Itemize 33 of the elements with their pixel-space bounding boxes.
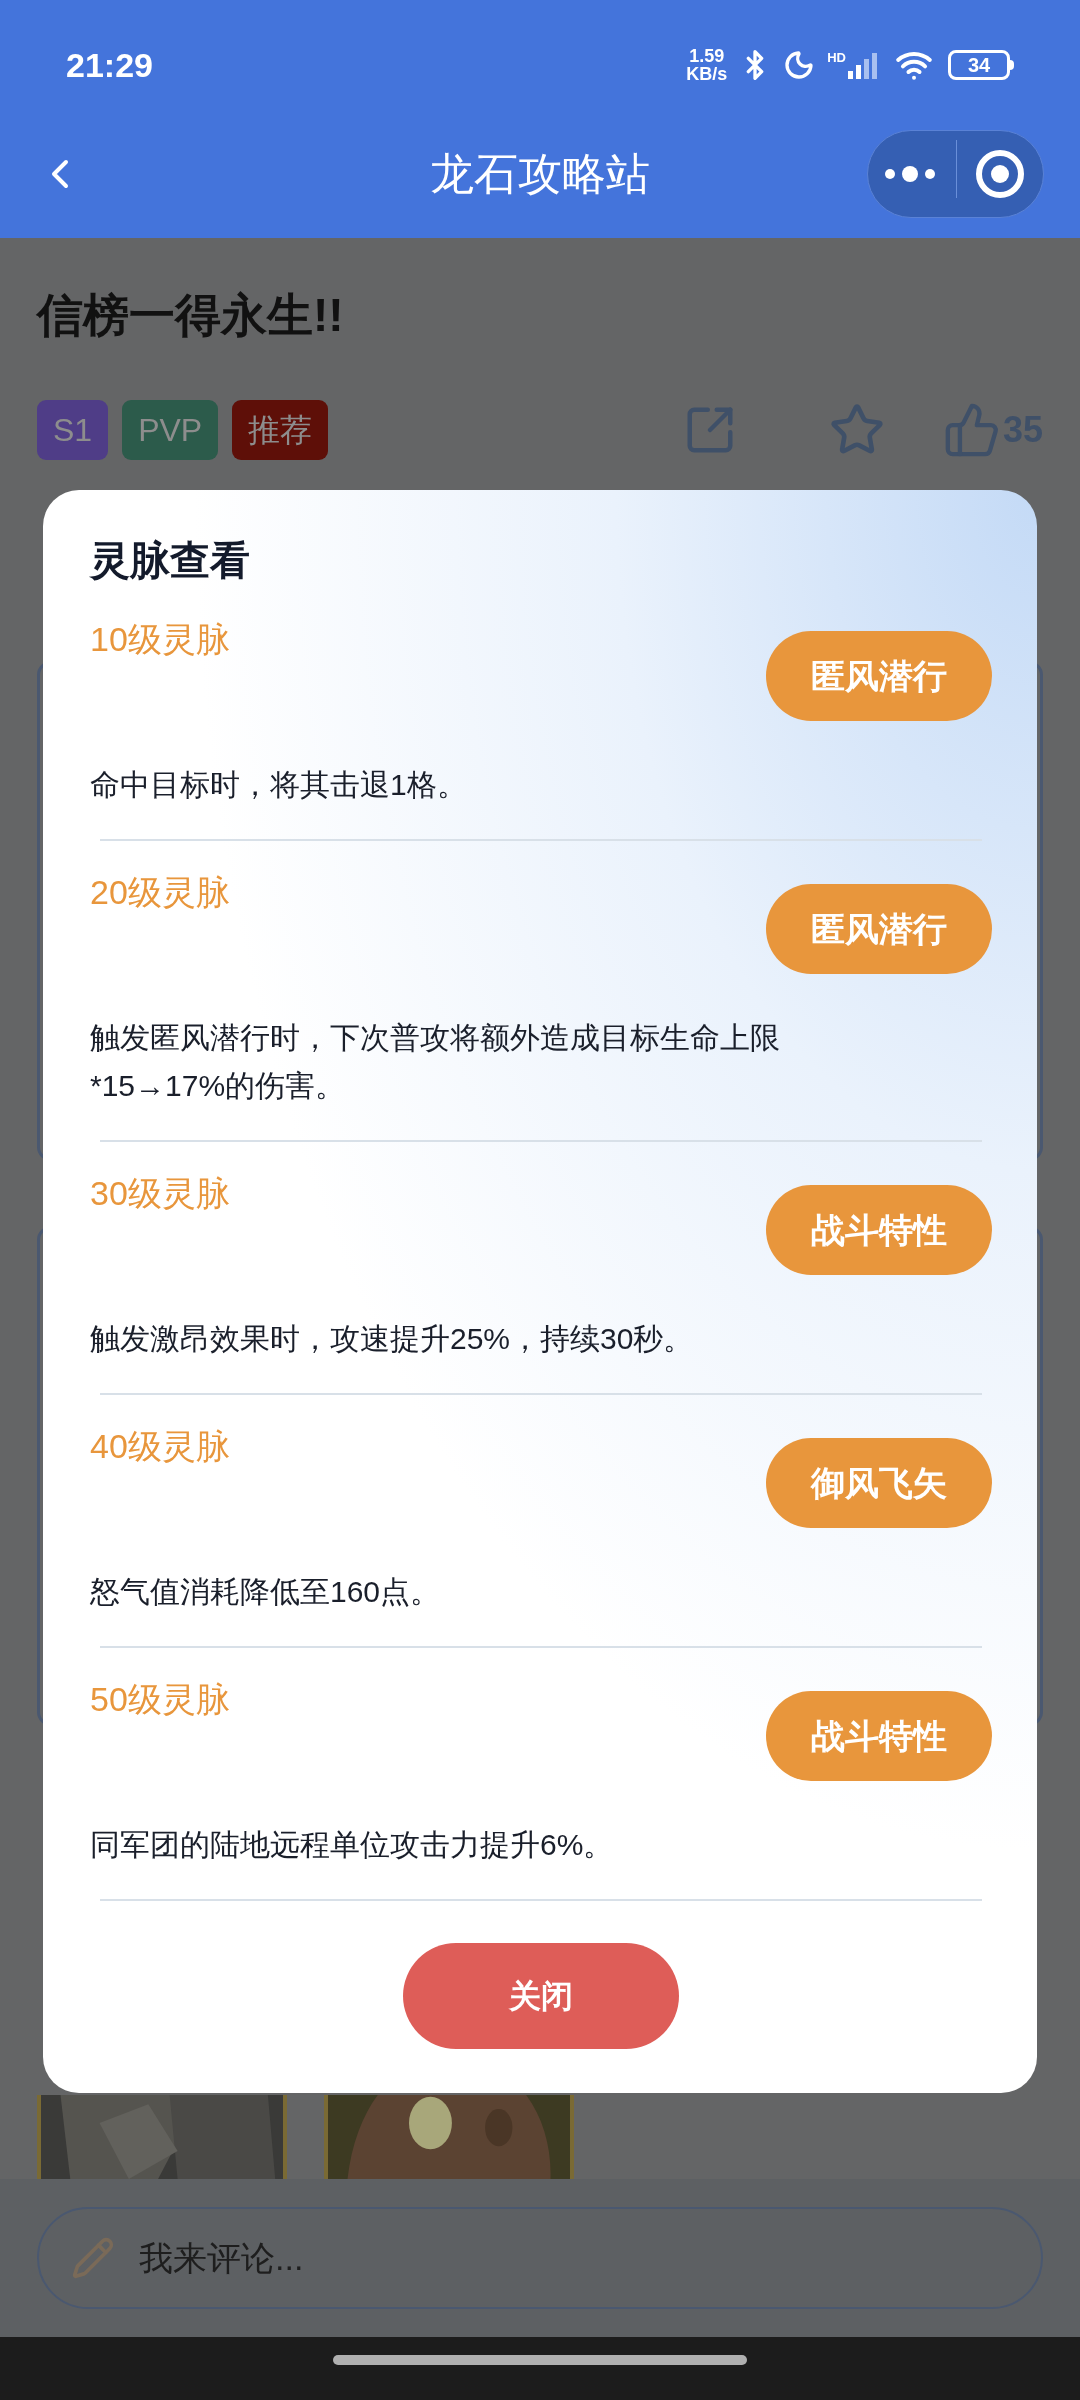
network-type: HD [827,51,846,65]
vein-description: 触发激昂效果时，攻速提升25%，持续30秒。 [90,1321,695,1357]
vein-description: 触发匿风潜行时，下次普攻将额外造成目标生命上限*15→17%的伤害。 [90,1020,781,1104]
vein-level-label: 20级灵脉 [90,872,230,912]
comment-field[interactable]: 我来评论... [37,2207,1043,2309]
network-speed: 1.59 [689,47,725,65]
vein-level-label: 50级灵脉 [90,1679,230,1719]
signal-icon [848,51,880,79]
network-unit: KB/s [686,65,728,83]
battery-level: 34 [967,55,991,75]
comment-placeholder: 我来评论... [139,2237,304,2279]
moon-icon [783,48,816,82]
post-title: 信榜一得永生!! [37,288,345,343]
vein-level-label: 10级灵脉 [90,619,230,659]
skill-button[interactable]: 战斗特性 [766,1691,992,1781]
skill-button[interactable]: 战斗特性 [766,1185,992,1275]
tag: 推荐 [232,400,329,460]
vein-description: 怒气值消耗降低至160点。 [90,1574,442,1610]
skill-button[interactable]: 御风飞矢 [766,1438,992,1528]
vein-level-label: 30级灵脉 [90,1173,230,1213]
tag: PVP [122,400,219,460]
vein-description: 同军团的陆地远程单位攻击力提升6%。 [90,1827,615,1863]
close-button[interactable]: 关闭 [403,1943,679,2049]
status-time: 21:29 [66,44,153,86]
target-icon[interactable] [974,148,1026,200]
tag: S1 [37,400,109,460]
skill-button[interactable]: 匿风潜行 [766,884,992,974]
pencil-icon [71,2236,115,2280]
vein-description: 命中目标时，将其击退1格。 [90,767,468,803]
dialog-title: 灵脉查看 [90,537,251,584]
vein-level-label: 40级灵脉 [90,1426,230,1466]
page-title: 龙石攻略站 [430,148,650,200]
skill-button[interactable]: 匿风潜行 [766,631,992,721]
